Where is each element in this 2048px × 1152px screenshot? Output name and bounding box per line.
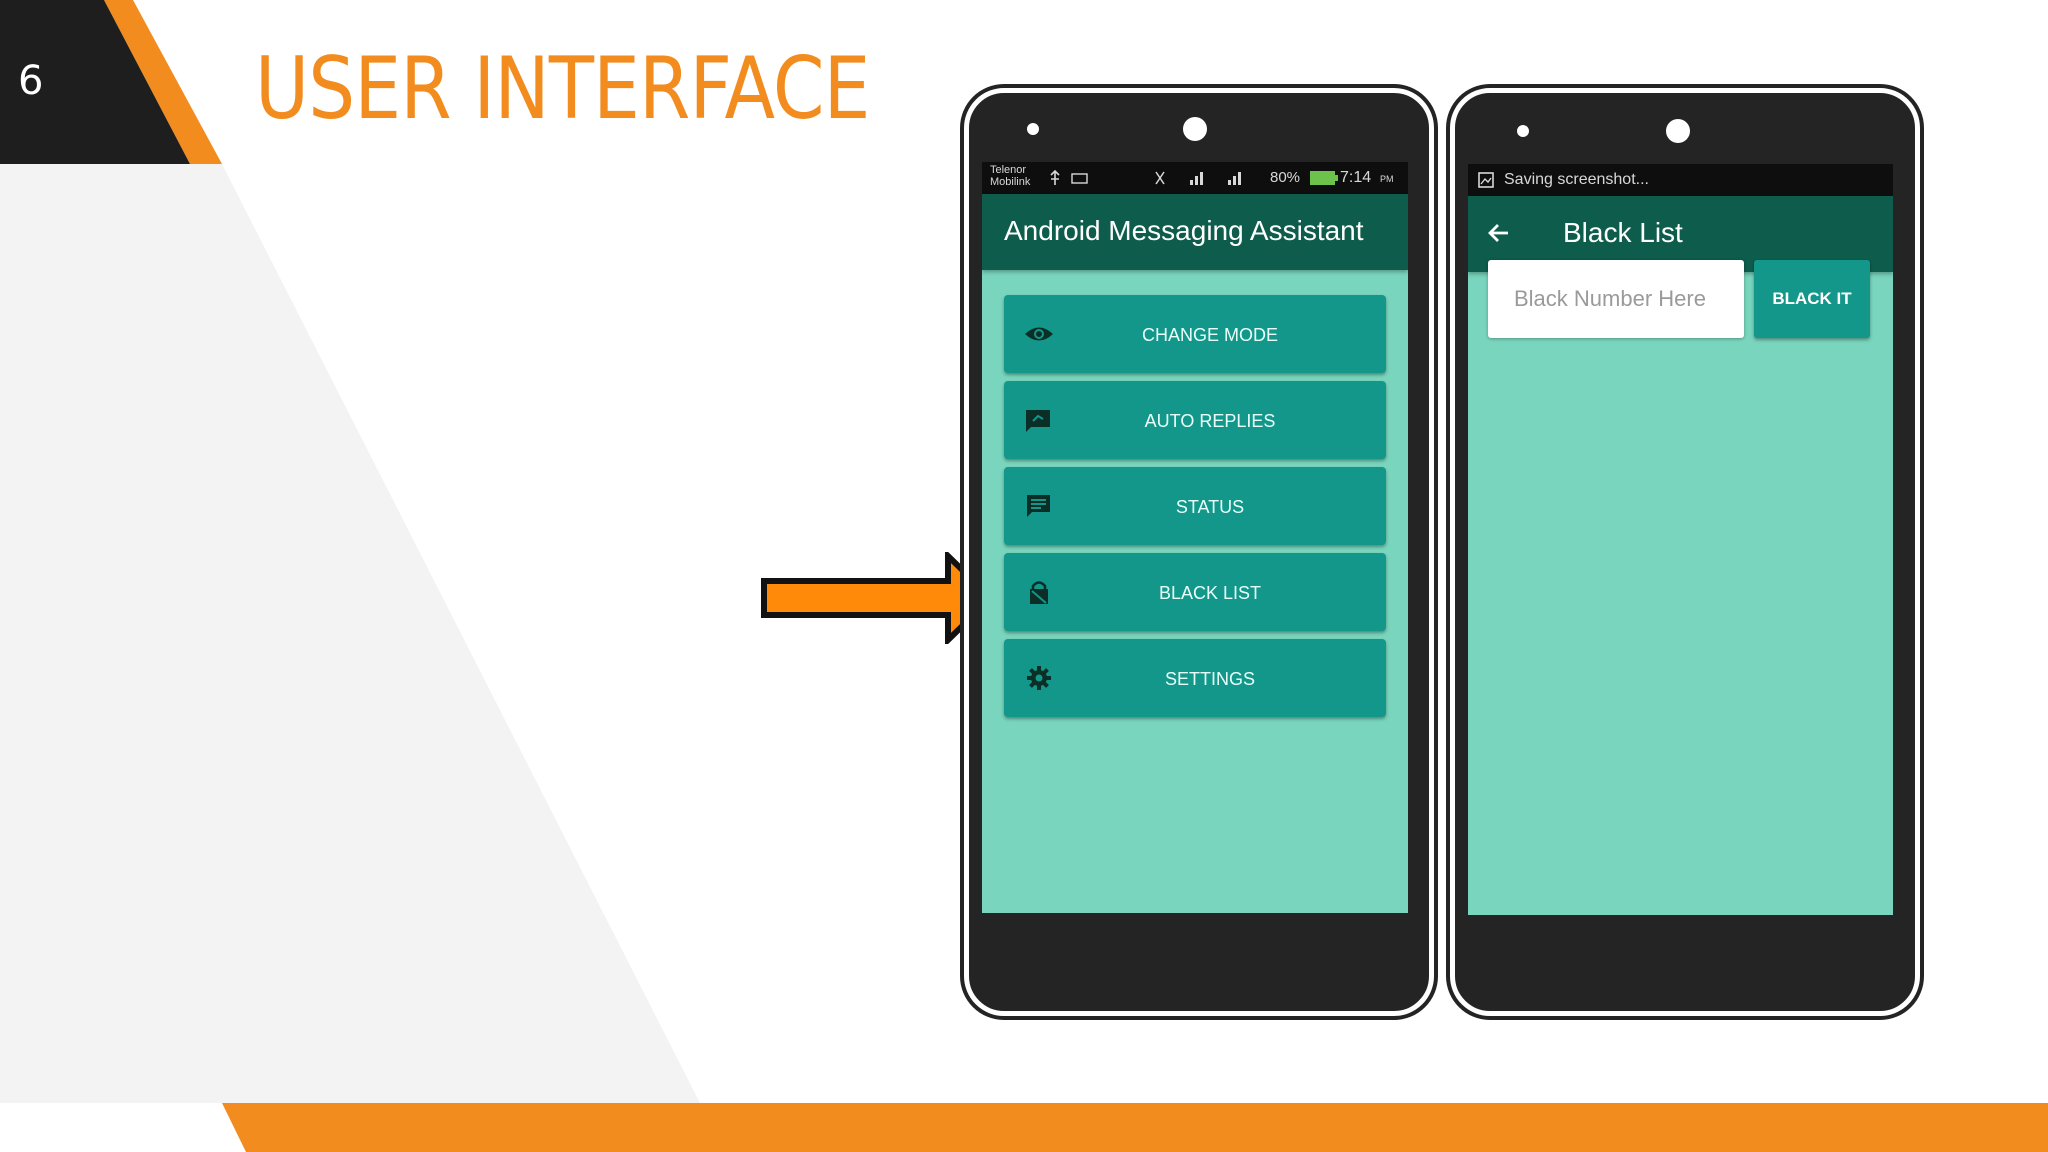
black-list-button[interactable]: BLACK LIST <box>1004 553 1386 631</box>
phone-screen: Saving screenshot... Black List BLACK IT <box>1468 164 1893 915</box>
status-notification: Saving screenshot... <box>1504 171 1649 188</box>
clock-ampm: PM <box>1380 174 1394 184</box>
usb-icon <box>1050 169 1088 185</box>
black-list-label: BLACK LIST <box>1158 583 1262 603</box>
black-it-button[interactable]: BLACK IT <box>1754 260 1870 338</box>
phone-camera <box>1666 119 1690 143</box>
back-arrow-icon[interactable] <box>1486 220 1512 246</box>
phone-main-menu: Telenor Mobilink 80% 7:14 PM Android Mes… <box>964 88 1434 1016</box>
settings-button[interactable]: SETTINGS <box>1004 639 1386 717</box>
screenshot-icon <box>1478 172 1494 188</box>
battery-percent: 80% <box>1270 169 1301 186</box>
status-label: STATUS <box>1175 497 1245 517</box>
battery-icon <box>1310 171 1338 185</box>
phone-sensor-dot <box>1517 125 1529 137</box>
phone-camera <box>1183 117 1207 141</box>
auto-replies-label: AUTO REPLIES <box>1144 411 1276 431</box>
settings-label: SETTINGS <box>1164 669 1255 689</box>
carrier-name-2: Mobilink <box>990 176 1031 188</box>
status-button[interactable]: STATUS <box>1004 467 1386 545</box>
auto-replies-button[interactable]: AUTO REPLIES <box>1004 381 1386 459</box>
status-bar: Saving screenshot... <box>1468 164 1893 196</box>
slide-number: 6 <box>18 58 44 104</box>
change-mode-button[interactable]: CHANGE MODE <box>1004 295 1386 373</box>
orange-bottom-band <box>222 1103 2048 1152</box>
black-number-input[interactable] <box>1488 260 1744 338</box>
grey-panel <box>0 164 700 1103</box>
app-bar: Android Messaging Assistant <box>982 194 1408 270</box>
app-title: Android Messaging Assistant <box>1004 215 1364 246</box>
phone-screen: Telenor Mobilink 80% 7:14 PM Android Mes… <box>982 162 1408 913</box>
status-bar: Telenor Mobilink 80% 7:14 PM <box>982 162 1408 194</box>
signal-icons <box>1155 171 1241 185</box>
phone-black-list: Saving screenshot... Black List BLACK IT <box>1450 88 1920 1016</box>
pointer-arrow-icon <box>761 552 995 644</box>
slide-title: USER INTERFACE <box>255 39 870 139</box>
clock: 7:14 <box>1340 169 1372 186</box>
carrier-name: Telenor <box>990 164 1027 176</box>
phone-sensor-dot <box>1027 123 1039 135</box>
change-mode-label: CHANGE MODE <box>1141 325 1278 345</box>
screen-title: Black List <box>1563 217 1683 248</box>
